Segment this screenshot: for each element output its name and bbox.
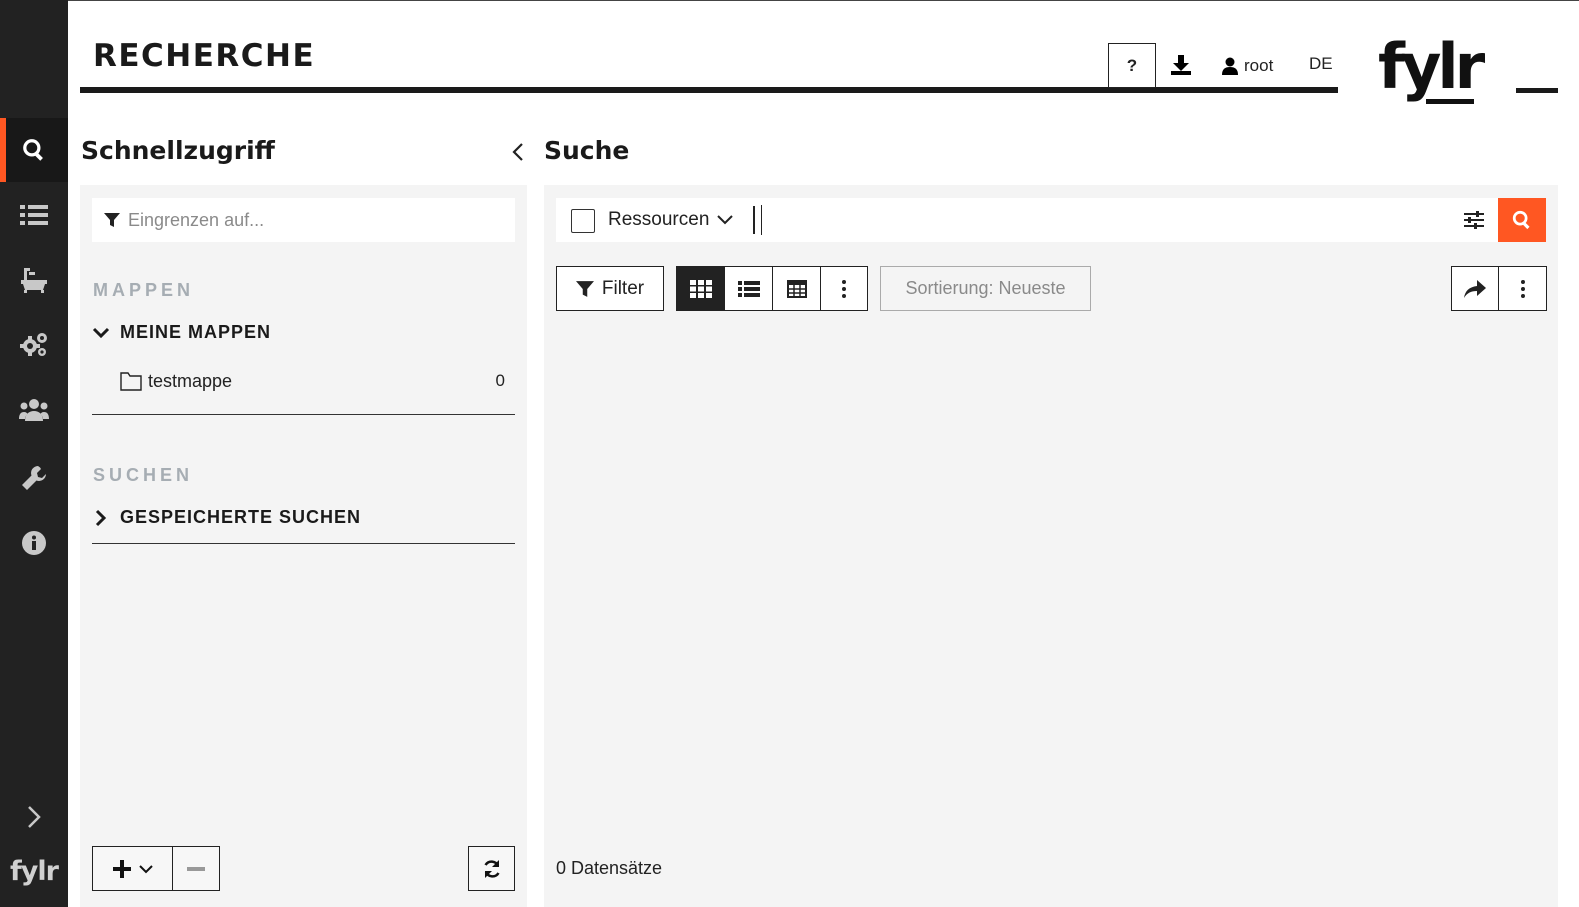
brand-logo: fylr <box>1378 30 1485 103</box>
resource-type-select[interactable]: Ressourcen <box>608 208 734 232</box>
download-icon <box>1171 55 1191 75</box>
saved-searches-label: GESPEICHERTE SUCHEN <box>120 507 362 527</box>
results-more-button[interactable] <box>1499 267 1546 310</box>
page-title: RECHERCHE <box>93 38 316 74</box>
header-rule-right <box>1516 88 1558 93</box>
grid-icon <box>689 279 712 298</box>
chevron-down-icon <box>717 215 734 225</box>
search-options-button[interactable] <box>1462 208 1486 232</box>
quick-access-filter <box>92 198 515 242</box>
info-icon <box>22 531 46 555</box>
refresh-icon <box>483 859 500 878</box>
search-icon <box>1512 210 1530 230</box>
share-icon <box>1464 279 1486 298</box>
records-count: 0 Datensätze <box>556 858 663 878</box>
help-button[interactable]: ? <box>1108 43 1156 88</box>
plus-icon <box>112 859 131 878</box>
select-all-checkbox[interactable] <box>571 209 595 233</box>
search-submit-button[interactable] <box>1498 198 1546 242</box>
folders-section-label: MAPPEN <box>93 280 195 300</box>
wrench-icon <box>22 466 46 490</box>
searches-section-label: SUCHEN <box>93 465 194 485</box>
resource-type-label: Ressourcen <box>608 209 710 230</box>
search-title: Suche <box>544 136 630 165</box>
top-border <box>68 0 1579 1</box>
vertical-dots-icon <box>842 279 846 298</box>
add-remove-group <box>92 846 220 891</box>
nav-users[interactable] <box>0 378 68 442</box>
rail-expand-button[interactable] <box>0 790 68 844</box>
quick-access-panel: MAPPEN MEINE MAPPEN testmappe 0 SUCHEN G… <box>80 185 527 907</box>
search-icon <box>23 139 43 161</box>
search-separator <box>753 206 755 234</box>
chevron-down-icon <box>138 864 153 873</box>
grid-view-button[interactable] <box>677 267 725 310</box>
nav-list[interactable] <box>0 183 68 247</box>
divider <box>92 414 515 415</box>
quick-access-filter-input[interactable] <box>128 209 508 231</box>
language-switch[interactable]: DE <box>1309 54 1333 74</box>
chevron-right-icon <box>95 509 107 526</box>
users-icon <box>19 399 49 421</box>
collapse-panel-button[interactable] <box>508 140 528 164</box>
filter-button[interactable]: Filter <box>556 266 664 311</box>
minus-icon <box>187 866 205 871</box>
nav-settings[interactable] <box>0 313 68 377</box>
vertical-dots-icon <box>1520 279 1525 298</box>
my-folders-toggle[interactable]: MEINE MAPPEN <box>92 322 271 343</box>
folder-icon <box>120 372 142 391</box>
folder-name: testmappe <box>148 370 233 391</box>
search-input[interactable] <box>761 205 1441 235</box>
result-actions-group <box>1451 266 1547 311</box>
refresh-button[interactable] <box>468 846 515 891</box>
nav-info[interactable] <box>0 511 68 575</box>
view-more-button[interactable] <box>821 267 867 310</box>
filter-label: Filter <box>601 277 645 299</box>
nav-bathtub[interactable] <box>0 248 68 312</box>
nav-search[interactable] <box>0 118 68 182</box>
chevron-left-icon <box>512 143 523 161</box>
list-view-button[interactable] <box>725 267 773 310</box>
left-rail: fylr <box>0 0 68 907</box>
search-panel: Ressourcen Filter Sortierung: Neueste 0 … <box>544 185 1558 907</box>
add-button[interactable] <box>93 847 173 890</box>
search-bar: Ressourcen <box>556 198 1546 242</box>
chevron-right-icon <box>28 806 41 828</box>
nav-tools[interactable] <box>0 446 68 510</box>
filter-icon <box>575 280 594 297</box>
brand-underline <box>1426 99 1474 104</box>
user-icon <box>1222 57 1238 75</box>
list-icon <box>737 280 760 297</box>
rail-logo: fylr <box>10 856 59 887</box>
quick-access-title: Schnellzugriff <box>81 136 275 165</box>
download-button[interactable] <box>1167 50 1195 80</box>
share-button[interactable] <box>1452 267 1499 310</box>
sliders-icon <box>1464 211 1484 229</box>
remove-button[interactable] <box>173 847 219 890</box>
table-icon <box>786 279 807 298</box>
user-menu[interactable]: root <box>1222 52 1273 80</box>
user-name: root <box>1244 56 1274 75</box>
filter-icon <box>104 213 120 227</box>
folder-item[interactable]: testmappe 0 <box>120 367 505 395</box>
list-icon <box>20 205 48 225</box>
my-folders-label: MEINE MAPPEN <box>120 322 272 342</box>
folder-count: 0 <box>495 371 505 390</box>
saved-searches-toggle[interactable]: GESPEICHERTE SUCHEN <box>92 507 361 528</box>
sort-button[interactable]: Sortierung: Neueste <box>880 266 1091 311</box>
view-mode-group <box>676 266 868 311</box>
divider <box>92 543 515 544</box>
bathtub-icon <box>21 268 47 293</box>
cogs-icon <box>20 333 47 356</box>
chevron-down-icon <box>92 327 110 338</box>
table-view-button[interactable] <box>773 267 821 310</box>
